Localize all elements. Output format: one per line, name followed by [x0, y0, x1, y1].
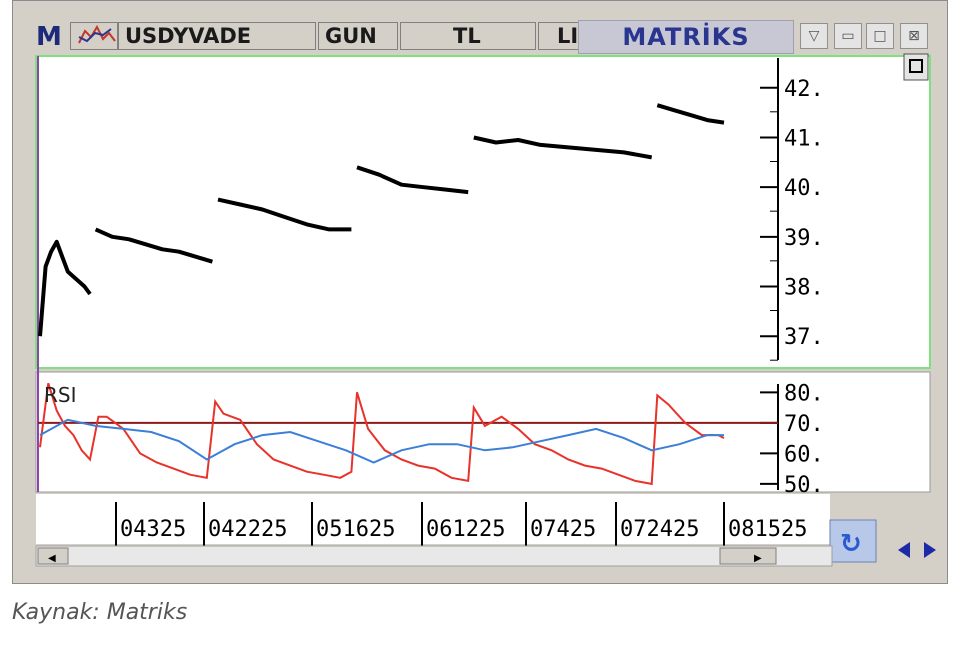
- scroll-left-icon[interactable]: [898, 542, 910, 558]
- rsi-tick-label: 60.: [784, 442, 824, 467]
- date-tick-label: 081525: [728, 517, 807, 542]
- panel-maximize-button[interactable]: [903, 53, 929, 81]
- rsi-tick-label: 70.: [784, 412, 824, 437]
- rsi-tick-label: 50.: [784, 473, 824, 498]
- price-tick-label: 37.: [784, 325, 824, 350]
- price-tick-label: 39.: [784, 226, 824, 251]
- source-caption: Kaynak: Matriks: [12, 600, 188, 625]
- date-tick-label: 04325: [120, 517, 186, 542]
- date-tick-label: 042225: [208, 517, 287, 542]
- price-tick-label: 42.: [784, 77, 824, 102]
- chart-canvas: 42. 41. 40. 39. 38. 37. 80. 70. 60. 50. 04325 042…: [35, 53, 936, 567]
- price-panel: [35, 55, 931, 369]
- svg-text:◀: ◀: [48, 553, 56, 564]
- date-tick-label: 061225: [426, 517, 505, 542]
- rsi-title: RSI: [44, 383, 77, 407]
- horizontal-scrollbar[interactable]: [35, 545, 833, 567]
- date-tick-label: 07425: [530, 517, 596, 542]
- date-tick-label: 051625: [316, 517, 395, 542]
- price-tick-label: 41.: [784, 126, 824, 151]
- price-tick-label: 40.: [784, 176, 824, 201]
- scroll-right-icon[interactable]: [924, 542, 936, 558]
- date-tick-label: 072425: [620, 517, 699, 542]
- svg-text:▶: ▶: [754, 553, 762, 564]
- refresh-icon: ↻: [840, 529, 862, 559]
- price-tick-label: 38.: [784, 276, 824, 301]
- rsi-tick-label: 80.: [784, 381, 824, 406]
- scrollbar-thumb[interactable]: [719, 547, 777, 565]
